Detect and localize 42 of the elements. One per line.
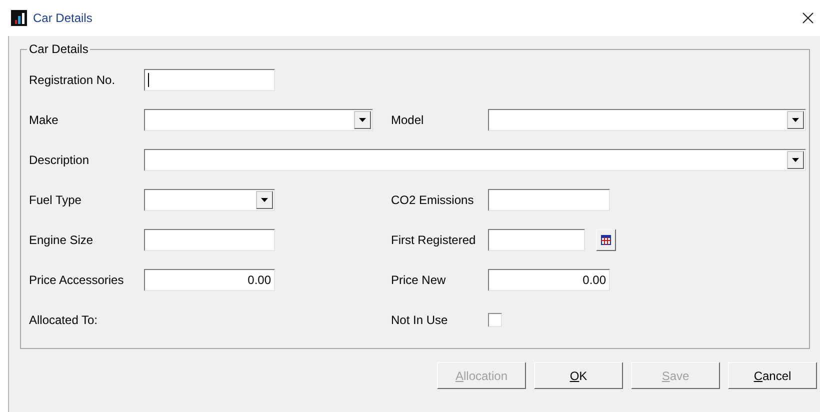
dropdown-button[interactable]	[256, 191, 273, 209]
dropdown-field[interactable]	[144, 149, 806, 171]
group-title: Car Details	[28, 41, 90, 58]
caret-icon	[359, 118, 366, 122]
text-cursor	[148, 73, 149, 87]
field-label: Registration No.	[29, 72, 116, 89]
field-label: Make	[29, 112, 60, 129]
text-field[interactable]	[144, 69, 275, 91]
caret-icon	[792, 158, 799, 162]
dropdown-field[interactable]	[144, 189, 275, 211]
caret-icon	[792, 118, 799, 122]
field-label: Not In Use	[391, 312, 449, 329]
text-field[interactable]	[488, 189, 610, 211]
checkbox[interactable]	[488, 313, 502, 327]
field-value: 0.00	[582, 272, 606, 289]
dialog-button[interactable]: Cancel	[728, 362, 817, 389]
field-label: Engine Size	[29, 232, 94, 249]
field-label: Fuel Type	[29, 192, 82, 209]
date-field[interactable]	[488, 229, 585, 251]
field-label: Allocated To:	[29, 312, 98, 329]
dialog-button[interactable]: OK	[534, 362, 623, 389]
field-label: CO2 Emissions	[391, 192, 475, 209]
caret-icon	[261, 198, 268, 202]
app-icon	[11, 10, 27, 26]
dropdown-field[interactable]	[488, 109, 806, 131]
dropdown-button[interactable]	[354, 111, 371, 129]
text-field[interactable]: 0.00	[488, 269, 610, 291]
field-label: Price Accessories	[29, 272, 125, 289]
dropdown-field[interactable]	[144, 109, 373, 131]
window-title: Car Details	[33, 10, 92, 27]
text-field[interactable]	[144, 229, 275, 251]
field-label: First Registered	[391, 232, 477, 249]
text-field[interactable]: 0.00	[144, 269, 275, 291]
field-label: Description	[29, 152, 90, 169]
field-label: Price New	[391, 272, 447, 289]
calendar-button[interactable]	[596, 229, 616, 251]
close-icon[interactable]	[802, 12, 814, 24]
dropdown-button[interactable]	[787, 151, 804, 169]
field-label: Model	[391, 112, 425, 129]
dropdown-button[interactable]	[787, 111, 804, 129]
field-value: 0.00	[248, 272, 271, 289]
calendar-icon	[601, 235, 611, 245]
